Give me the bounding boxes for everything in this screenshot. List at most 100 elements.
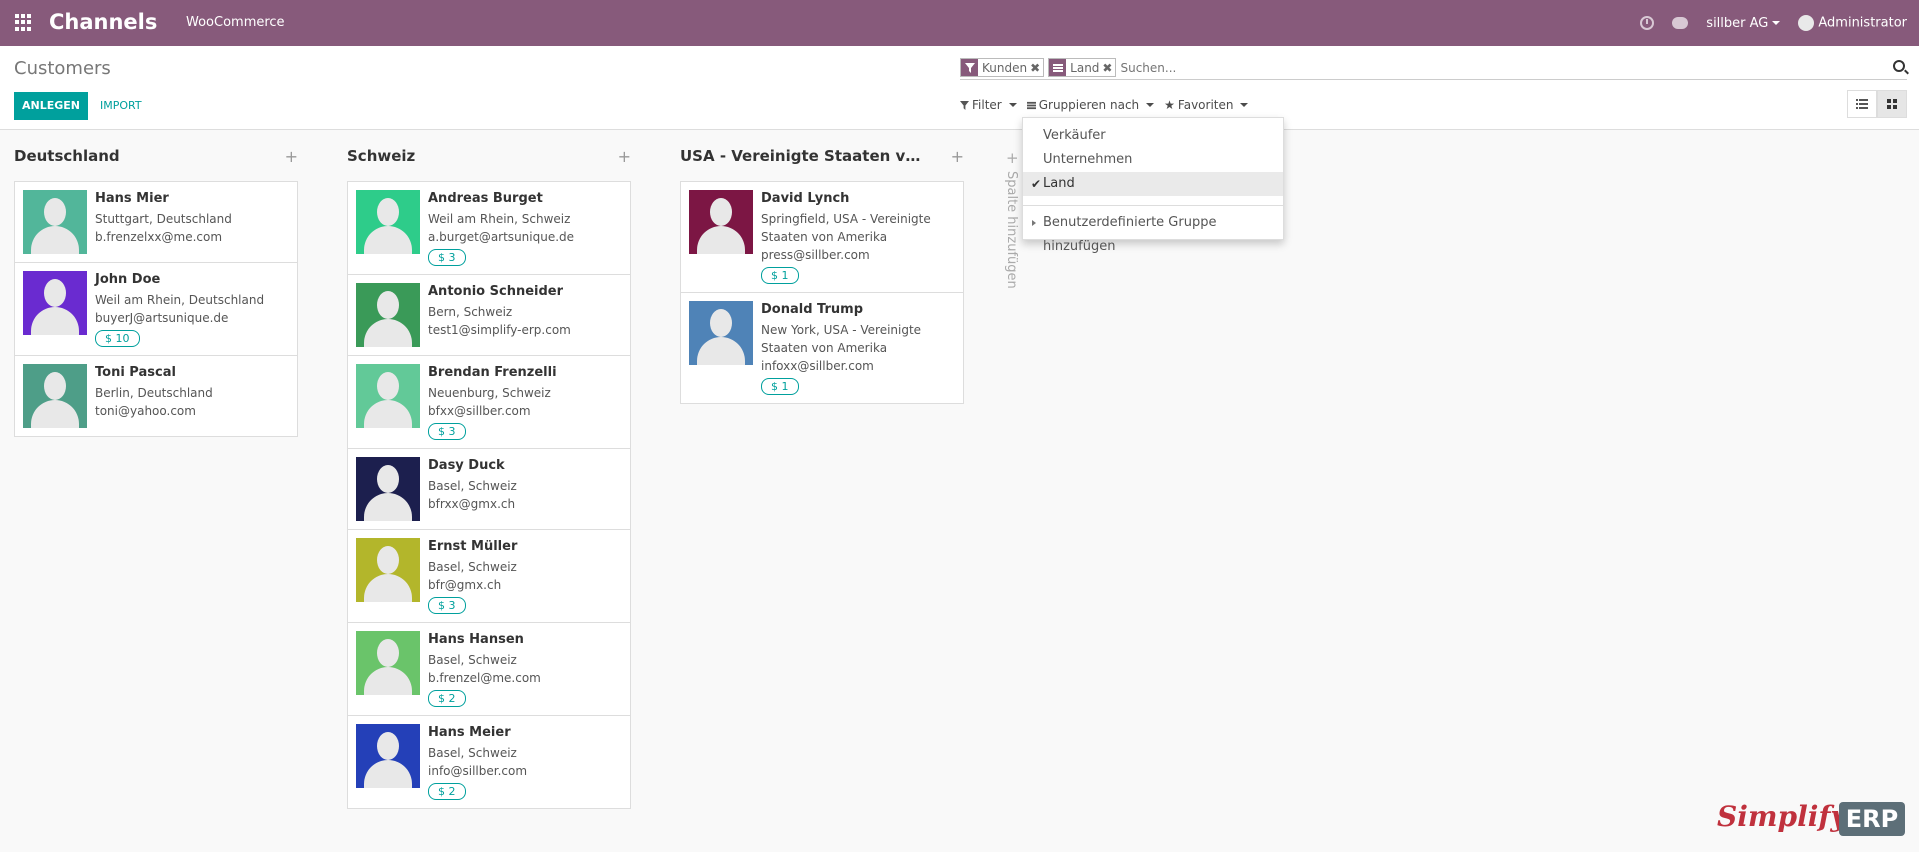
simplify-erp-logo: Simplify ERP (1717, 800, 1907, 842)
close-icon[interactable]: ✖ (1102, 61, 1115, 75)
navbar-right: sillber AG Administrator (1640, 0, 1907, 46)
apps-menu-icon[interactable] (15, 14, 32, 31)
card-info: Toni Pascal Berlin, Deutschland toni@yah… (95, 364, 213, 428)
groupby-item-verkaeufer[interactable]: Verkäufer (1023, 124, 1283, 148)
search-facet-land[interactable]: Land ✖ (1048, 58, 1117, 77)
customer-name: Ernst Müller (428, 539, 518, 554)
group-by-icon (1026, 101, 1036, 109)
search-icon[interactable] (1893, 60, 1905, 72)
menu-woocommerce[interactable]: WooCommerce (186, 15, 285, 30)
customer-email: b.frenzelxx@me.com (95, 230, 223, 244)
customer-card[interactable]: Dasy Duck Basel, Schweiz bfrxx@gmx.ch (347, 449, 631, 530)
sales-badge[interactable]: $ 10 (95, 330, 140, 347)
search-bar: Kunden ✖ Land ✖ (960, 56, 1907, 80)
customer-card[interactable]: Ernst Müller Basel, Schweiz bfr@gmx.ch $… (347, 530, 631, 623)
search-input[interactable] (1120, 60, 1821, 75)
sales-badge[interactable]: $ 3 (428, 597, 466, 614)
customer-name: Hans Hansen (428, 632, 524, 647)
card-info: Brendan Frenzelli Neuenburg, Schweiz bfx… (428, 364, 557, 440)
column-title[interactable]: USA - Vereinigte Staaten von Am... (680, 147, 930, 165)
card-info: David Lynch Springfield, USA - Vereinigt… (761, 190, 951, 284)
add-column-button[interactable]: + Spalte hinzufügen (1004, 149, 1022, 319)
sales-badge[interactable]: $ 3 (428, 249, 466, 266)
customer-email: toni@yahoo.com (95, 404, 196, 418)
customer-location: Basel, Schweiz (428, 560, 517, 574)
plus-icon: + (1006, 149, 1019, 167)
customer-name: David Lynch (761, 191, 850, 206)
customer-email: test1@simplify-erp.com (428, 323, 571, 337)
groupby-label: Gruppieren nach (1038, 98, 1140, 112)
customer-card[interactable]: Hans Mier Stuttgart, Deutschland b.frenz… (14, 181, 298, 263)
star-icon: ★ (1164, 98, 1175, 112)
avatar (689, 301, 753, 365)
menu-item-label: Land (1043, 176, 1075, 191)
sales-badge[interactable]: $ 1 (761, 267, 799, 284)
avatar (356, 364, 420, 428)
customer-name: Dasy Duck (428, 458, 505, 473)
create-button[interactable]: ANLEGEN (14, 92, 88, 120)
sales-badge[interactable]: $ 2 (428, 690, 466, 707)
company-switcher[interactable]: sillber AG (1706, 15, 1781, 31)
chevron-down-icon (1240, 103, 1249, 107)
customer-name: Hans Meier (428, 725, 511, 740)
customer-card[interactable]: Hans Meier Basel, Schweiz info@sillber.c… (347, 716, 631, 809)
import-button[interactable]: IMPORT (100, 92, 142, 120)
customer-name: John Doe (95, 272, 161, 287)
sales-badge[interactable]: $ 3 (428, 423, 466, 440)
company-name: sillber AG (1706, 15, 1769, 31)
customer-card[interactable]: Andreas Burget Weil am Rhein, Schweiz a.… (347, 181, 631, 275)
kanban-icon (1887, 99, 1897, 109)
chevron-down-icon (1008, 103, 1017, 107)
quick-create-icon[interactable]: + (285, 147, 298, 166)
avatar (356, 190, 420, 254)
filter-dropdown[interactable]: Filter (960, 98, 1017, 112)
list-view-button[interactable] (1847, 90, 1877, 118)
sales-badge[interactable]: $ 2 (428, 783, 466, 800)
customer-name: Brendan Frenzelli (428, 365, 557, 380)
control-panel: Customers ANLEGEN IMPORT Kunden ✖ Land ✖… (0, 46, 1919, 130)
customer-card[interactable]: John Doe Weil am Rhein, Deutschland buye… (14, 263, 298, 356)
groupby-dropdown[interactable]: Gruppieren nach (1026, 98, 1155, 112)
sales-badge[interactable]: $ 1 (761, 378, 799, 395)
customer-card[interactable]: Brendan Frenzelli Neuenburg, Schweiz bfx… (347, 356, 631, 449)
quick-create-icon[interactable]: + (618, 147, 631, 166)
add-column-label: Spalte hinzufügen (1004, 171, 1019, 289)
custom-group-toggle[interactable]: Benutzerdefinierte Gruppe hinzufügen (1023, 211, 1283, 254)
logo-text-left: Simplify (1717, 800, 1847, 833)
customer-email: info@sillber.com (428, 764, 528, 778)
close-icon[interactable]: ✖ (1030, 61, 1043, 75)
customer-email: buyerJ@artsunique.de (95, 311, 229, 325)
card-info: Andreas Burget Weil am Rhein, Schweiz a.… (428, 190, 574, 266)
user-menu[interactable]: Administrator (1798, 15, 1907, 31)
groupby-item-unternehmen[interactable]: Unternehmen (1023, 148, 1283, 172)
kanban-view-button[interactable] (1877, 90, 1907, 118)
card-list: Andreas Burget Weil am Rhein, Schweiz a.… (347, 181, 631, 809)
column-header: Schweiz + (347, 131, 631, 181)
chat-icon[interactable] (1672, 17, 1689, 29)
card-info: Antonio Schneider Bern, Schweiz test1@si… (428, 283, 571, 347)
kanban-column-deutschland: Deutschland + Hans Mier Stuttgart, Deuts… (14, 131, 298, 437)
caret-right-icon (1032, 220, 1036, 226)
customer-card[interactable]: Donald Trump New York, USA - Vereinigte … (680, 293, 964, 404)
customer-card[interactable]: Hans Hansen Basel, Schweiz b.frenzel@me.… (347, 623, 631, 716)
groupby-menu: Verkäufer Unternehmen ✔ Land Benutzerdefi… (1022, 117, 1284, 254)
avatar (689, 190, 753, 254)
customer-card[interactable]: Antonio Schneider Bern, Schweiz test1@si… (347, 275, 631, 356)
customer-email: press@sillber.com (761, 248, 870, 262)
customer-card[interactable]: Toni Pascal Berlin, Deutschland toni@yah… (14, 356, 298, 437)
groupby-item-land[interactable]: ✔ Land (1023, 172, 1283, 196)
customer-location: Bern, Schweiz (428, 305, 513, 319)
quick-create-icon[interactable]: + (951, 147, 964, 166)
customer-email: a.burget@artsunique.de (428, 230, 575, 244)
search-facet-kunden[interactable]: Kunden ✖ (960, 58, 1045, 77)
customer-card[interactable]: David Lynch Springfield, USA - Vereinigt… (680, 181, 964, 293)
favorites-dropdown[interactable]: ★ Favoriten (1164, 98, 1249, 112)
menu-item-label: Unternehmen (1043, 152, 1133, 167)
avatar (356, 631, 420, 695)
app-title[interactable]: Channels (49, 10, 157, 34)
customer-location: Basel, Schweiz (428, 746, 517, 760)
activity-clock-icon[interactable] (1640, 16, 1655, 30)
column-title[interactable]: Schweiz (347, 147, 415, 165)
column-title[interactable]: Deutschland (14, 147, 120, 165)
column-header: Deutschland + (14, 131, 298, 181)
